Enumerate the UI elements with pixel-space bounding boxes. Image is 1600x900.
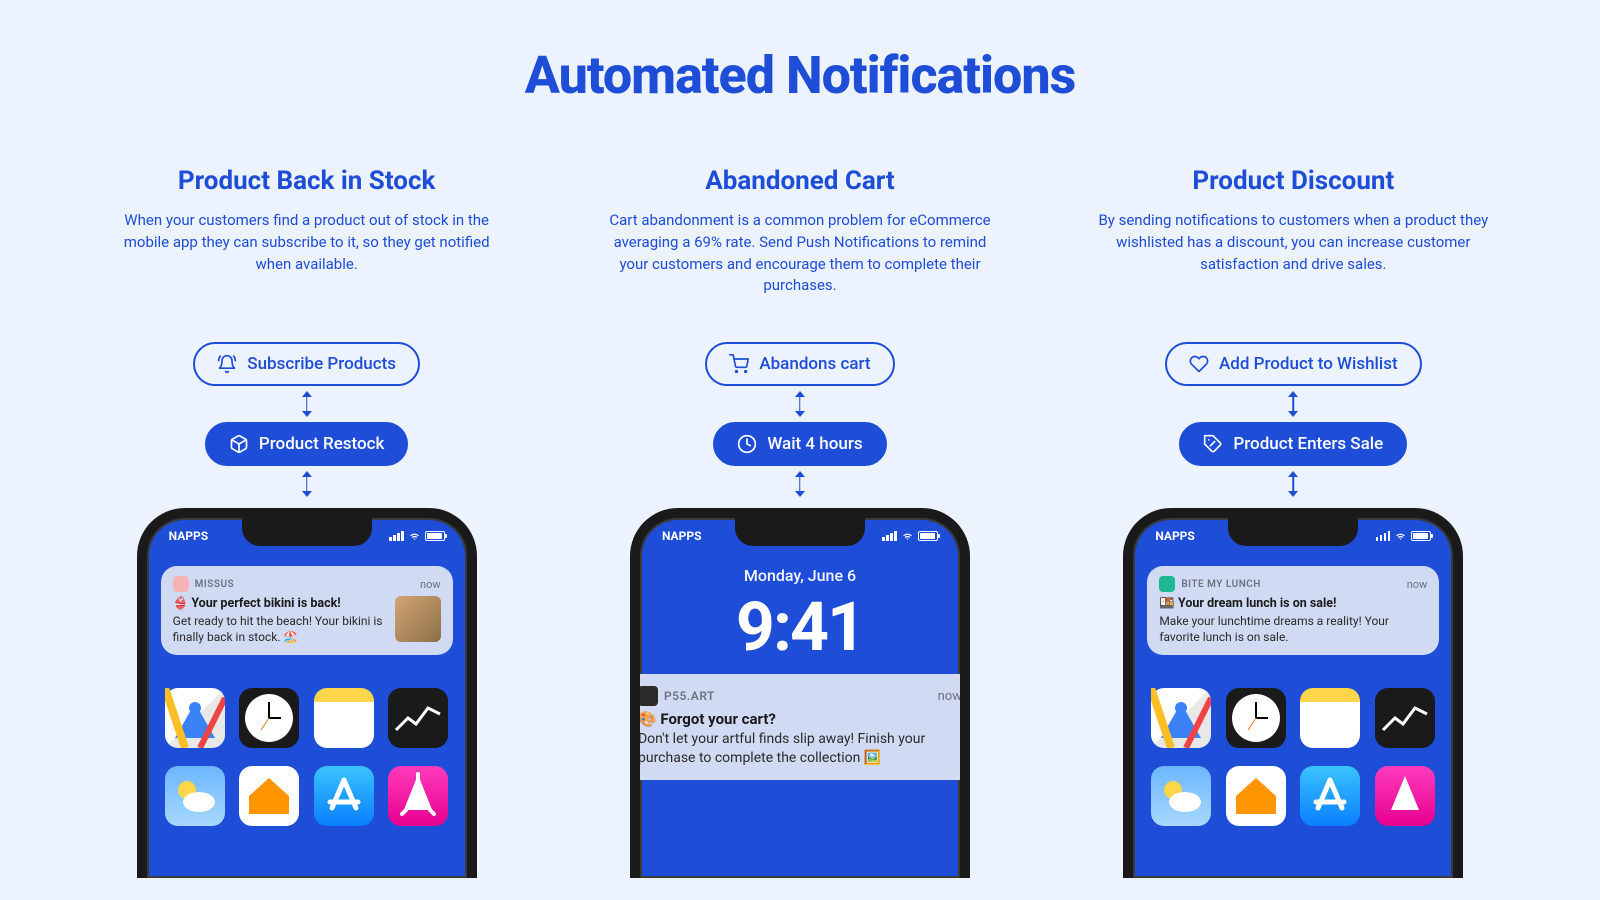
- notif-message: Don't let your artful finds slip away! F…: [638, 730, 962, 768]
- col-heading: Product Discount: [1192, 166, 1394, 196]
- phone-mockup: NAPPS Monday, June 6 9:41 P55.ART: [630, 508, 970, 878]
- home-app-grid: [165, 688, 449, 826]
- col-heading: Product Back in Stock: [178, 166, 435, 196]
- product-restock-pill: Product Restock: [205, 422, 409, 466]
- maps-app-icon: [1151, 688, 1211, 748]
- notif-time: now: [938, 689, 962, 704]
- columns-row: Product Back in Stock When your customer…: [80, 166, 1520, 878]
- notification-card: P55.ART now 🎨 Forgot your cart? Don't le…: [630, 674, 970, 780]
- notif-app-name: MISSUS: [195, 579, 414, 590]
- enters-sale-pill: Product Enters Sale: [1179, 422, 1407, 466]
- wifi-icon: [408, 531, 421, 541]
- home-app-icon: [1226, 766, 1286, 826]
- col-description: By sending notifications to customers wh…: [1093, 210, 1493, 300]
- notification-card: MISSUS now 👙 Your perfect bikini is back…: [161, 566, 453, 655]
- flow-arrow: [1292, 392, 1294, 416]
- col-heading: Abandoned Cart: [705, 166, 895, 196]
- notes-app-icon: [314, 688, 374, 748]
- bell-icon: [217, 354, 237, 374]
- box-icon: [229, 434, 249, 454]
- stocks-app-icon: [1375, 688, 1435, 748]
- carrier-label: NAPPS: [169, 529, 209, 543]
- weather-app-icon: [165, 766, 225, 826]
- home-app-grid: [1151, 688, 1435, 826]
- notif-message: Make your lunchtime dreams a reality! Yo…: [1159, 613, 1427, 645]
- phone-notch: [242, 518, 372, 546]
- battery-icon: [918, 531, 938, 541]
- notif-title: 🍱 Your dream lunch is on sale!: [1159, 596, 1427, 611]
- notif-app-name: BITE MY LUNCH: [1181, 579, 1400, 590]
- stocks-app-icon: [388, 688, 448, 748]
- col-product-discount: Product Discount By sending notification…: [1067, 166, 1520, 878]
- phone-mockup: NAPPS MISSUS now: [137, 508, 477, 878]
- notif-thumbnail: [395, 596, 441, 642]
- tag-icon: [1203, 434, 1223, 454]
- subscribe-products-pill: Subscribe Products: [193, 342, 420, 386]
- signal-icon: [389, 531, 404, 541]
- carrier-label: NAPPS: [662, 529, 702, 543]
- notif-app-icon: [638, 686, 658, 706]
- notif-time: now: [420, 578, 441, 591]
- flow-arrow: [306, 392, 308, 416]
- maps-app-icon: [165, 688, 225, 748]
- flow-arrow: [306, 472, 308, 496]
- pill-label: Wait 4 hours: [767, 434, 862, 454]
- flow-arrow: [799, 472, 801, 496]
- pill-label: Product Enters Sale: [1233, 434, 1383, 454]
- pill-label: Product Restock: [259, 434, 385, 454]
- pill-label: Subscribe Products: [247, 354, 396, 374]
- flow-arrow: [1292, 472, 1294, 496]
- wait-pill: Wait 4 hours: [713, 422, 886, 466]
- lock-date: Monday, June 6: [640, 566, 960, 585]
- notif-title: 🎨 Forgot your cart?: [638, 710, 962, 728]
- itunes-app-icon: [388, 766, 448, 826]
- notif-app-icon: [173, 576, 189, 592]
- notes-app-icon: [1300, 688, 1360, 748]
- heart-icon: [1189, 354, 1209, 374]
- col-abandoned-cart: Abandoned Cart Cart abandonment is a com…: [573, 166, 1026, 878]
- col-back-in-stock: Product Back in Stock When your customer…: [80, 166, 533, 878]
- col-description: When your customers find a product out o…: [107, 210, 507, 300]
- pill-label: Abandons cart: [759, 354, 870, 374]
- flow-arrow: [799, 392, 801, 416]
- signal-icon: [882, 531, 897, 541]
- phone-mockup: NAPPS BITE MY LUNCH now 🍱: [1123, 508, 1463, 878]
- notif-app-name: P55.ART: [664, 689, 932, 703]
- signal-icon: [1376, 531, 1391, 541]
- notification-card: BITE MY LUNCH now 🍱 Your dream lunch is …: [1147, 566, 1439, 655]
- notif-time: now: [1407, 578, 1428, 591]
- weather-app-icon: [1151, 766, 1211, 826]
- appstore-app-icon: [314, 766, 374, 826]
- clock-app-icon: [1226, 688, 1286, 748]
- notif-title: 👙 Your perfect bikini is back!: [173, 596, 387, 611]
- itunes-app-icon: [1375, 766, 1435, 826]
- wishlist-pill: Add Product to Wishlist: [1165, 342, 1422, 386]
- col-description: Cart abandonment is a common problem for…: [600, 210, 1000, 300]
- phone-notch: [735, 518, 865, 546]
- wifi-icon: [901, 531, 914, 541]
- clock-app-icon: [239, 688, 299, 748]
- notif-message: Get ready to hit the beach! Your bikini …: [173, 613, 387, 645]
- battery-icon: [425, 531, 445, 541]
- home-app-icon: [239, 766, 299, 826]
- battery-icon: [1411, 531, 1431, 541]
- abandons-cart-pill: Abandons cart: [705, 342, 894, 386]
- appstore-app-icon: [1300, 766, 1360, 826]
- phone-notch: [1228, 518, 1358, 546]
- carrier-label: NAPPS: [1155, 529, 1195, 543]
- page-title: Automated Notifications: [80, 45, 1520, 106]
- notif-app-icon: [1159, 576, 1175, 592]
- wifi-icon: [1394, 531, 1407, 541]
- cart-icon: [729, 354, 749, 374]
- pill-label: Add Product to Wishlist: [1219, 354, 1398, 374]
- clock-icon: [737, 434, 757, 454]
- lock-time: 9:41: [640, 587, 960, 667]
